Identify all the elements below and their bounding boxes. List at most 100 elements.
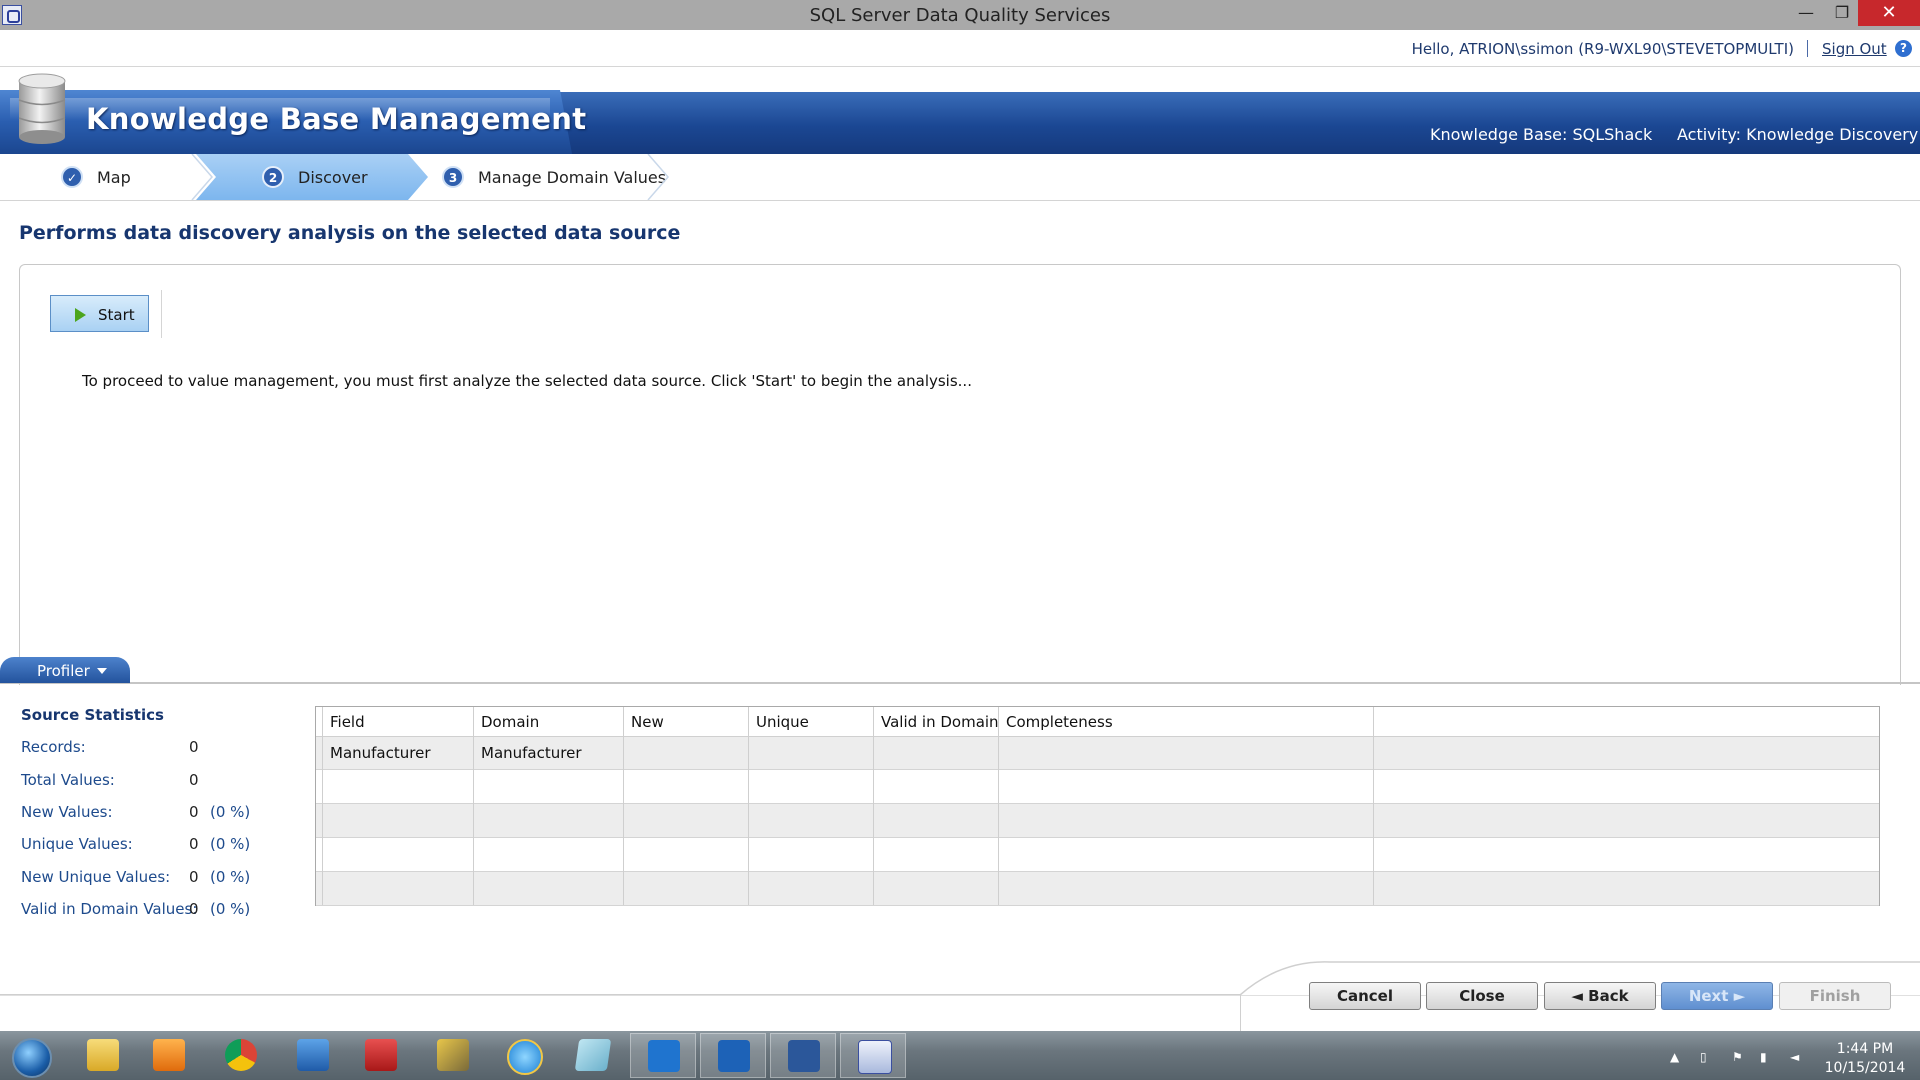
window-title-bar: SQL Server Data Quality Services — ❐ ✕ xyxy=(0,0,1920,30)
activity-label: Activity: Knowledge Discovery xyxy=(1677,125,1919,144)
table-row[interactable] xyxy=(316,770,1879,804)
computer-icon xyxy=(297,1039,329,1071)
stat-label: Valid in Domain Values: xyxy=(21,900,198,918)
tools-icon xyxy=(437,1039,469,1071)
cancel-button[interactable]: Cancel xyxy=(1309,982,1421,1010)
stat-label: Records: xyxy=(21,738,86,756)
stat-value: 0 xyxy=(189,771,199,789)
close-button[interactable]: Close xyxy=(1426,982,1538,1010)
column-header-domain[interactable]: Domain xyxy=(467,707,539,731)
taskbar-chrome[interactable] xyxy=(208,1033,274,1078)
taskbar-data-quality-client[interactable] xyxy=(840,1033,906,1078)
taskbar-notepad[interactable] xyxy=(560,1033,626,1078)
profiler-tab-label: Profiler xyxy=(37,662,90,680)
volume-muted-icon[interactable]: ◄ xyxy=(1790,1050,1804,1064)
column-divider xyxy=(1373,707,1374,905)
stat-value: 0 xyxy=(189,868,199,886)
profiler-grid[interactable]: Field Domain New Unique Valid in Domain … xyxy=(315,706,1880,906)
minimize-button[interactable]: — xyxy=(1786,0,1826,26)
column-divider xyxy=(322,707,323,905)
user-greeting: Hello, ATRION\ssimon (R9-WXL90\STEVETOPM… xyxy=(1411,40,1794,58)
step-number-badge: 2 xyxy=(262,166,284,188)
cell-field[interactable]: Manufacturer xyxy=(316,738,431,762)
stat-value: 0 xyxy=(189,835,199,853)
stat-label: New Unique Values: xyxy=(21,868,171,886)
play-icon xyxy=(75,308,86,322)
database-icon xyxy=(18,73,66,144)
checkmark-icon: ✓ xyxy=(61,166,83,188)
start-button-label: Start xyxy=(98,306,135,324)
next-button[interactable]: Next ► xyxy=(1661,982,1773,1010)
page-title: Knowledge Base Management xyxy=(86,102,587,136)
maximize-button[interactable]: ❐ xyxy=(1822,0,1862,26)
stat-value: 0 xyxy=(189,900,199,918)
step-separator-chevron xyxy=(191,154,213,200)
discovery-panel xyxy=(19,264,1901,685)
taskbar-media-player[interactable] xyxy=(136,1033,202,1078)
table-row[interactable] xyxy=(316,804,1879,838)
internet-explorer-icon xyxy=(507,1039,543,1075)
column-header-field[interactable]: Field xyxy=(316,707,365,731)
stat-percent: (0 %) xyxy=(210,803,251,821)
start-button[interactable]: Start xyxy=(50,295,149,332)
help-icon[interactable]: ? xyxy=(1895,40,1912,57)
lync-icon xyxy=(648,1040,680,1072)
step-number-badge: 3 xyxy=(442,166,464,188)
start-orb[interactable] xyxy=(0,1033,66,1078)
column-divider xyxy=(998,707,999,905)
taskbar-file-explorer[interactable] xyxy=(70,1033,136,1078)
status-divider xyxy=(1240,995,1241,1031)
step-label: Manage Domain Values xyxy=(478,168,667,187)
taskbar-lync[interactable] xyxy=(630,1033,696,1078)
instruction-text: To proceed to value management, you must… xyxy=(82,372,972,390)
device-icon[interactable]: ▯ xyxy=(1700,1050,1714,1064)
table-row[interactable] xyxy=(316,838,1879,872)
step-separator-chevron xyxy=(647,154,669,200)
column-header-completeness[interactable]: Completeness xyxy=(992,707,1113,731)
profiler-tab[interactable]: Profiler xyxy=(0,657,130,683)
section-heading: Performs data discovery analysis on the … xyxy=(19,222,681,244)
action-center-flag-icon[interactable]: ⚑ xyxy=(1732,1050,1746,1064)
sign-out-link[interactable]: Sign Out xyxy=(1822,40,1887,58)
system-clock[interactable]: 1:44 PM 10/15/2014 xyxy=(1810,1040,1920,1078)
toolbar-divider xyxy=(161,290,162,338)
column-header-new[interactable]: New xyxy=(617,707,664,731)
stat-value: 0 xyxy=(189,803,199,821)
network-signal-icon[interactable]: ▮ xyxy=(1760,1050,1774,1064)
column-divider xyxy=(473,707,474,905)
windows-orb-icon xyxy=(12,1038,52,1078)
clock-date: 10/15/2014 xyxy=(1824,1060,1906,1076)
taskbar-outlook[interactable] xyxy=(700,1033,766,1078)
cell-domain[interactable]: Manufacturer xyxy=(467,738,582,762)
knowledge-base-label: Knowledge Base: SQLShack xyxy=(1430,125,1653,144)
taskbar-word[interactable] xyxy=(770,1033,836,1078)
step-label: Map xyxy=(97,168,131,187)
column-divider xyxy=(623,707,624,905)
toolbox-icon xyxy=(365,1039,397,1071)
taskbar-network-tools[interactable] xyxy=(420,1033,486,1078)
data-quality-icon xyxy=(858,1040,892,1074)
taskbar-internet-explorer[interactable] xyxy=(490,1033,556,1078)
stat-percent: (0 %) xyxy=(210,868,251,886)
step-label: Discover xyxy=(298,168,368,187)
column-header-unique[interactable]: Unique xyxy=(742,707,809,731)
user-bar: Hello, ATRION\ssimon (R9-WXL90\STEVETOPM… xyxy=(0,30,1920,67)
close-window-button[interactable]: ✕ xyxy=(1858,0,1920,26)
back-button[interactable]: ◄ Back xyxy=(1544,982,1656,1010)
chrome-icon xyxy=(225,1039,257,1071)
column-header-valid-in-domain[interactable]: Valid in Domain xyxy=(867,707,999,731)
table-row[interactable] xyxy=(316,872,1879,906)
media-player-icon xyxy=(153,1039,185,1071)
column-divider xyxy=(873,707,874,905)
source-statistics-title: Source Statistics xyxy=(21,706,164,724)
finish-button[interactable]: Finish xyxy=(1779,982,1891,1010)
stat-label: Unique Values: xyxy=(21,835,133,853)
taskbar-remote-desktop[interactable] xyxy=(280,1033,346,1078)
taskbar-toolbox[interactable] xyxy=(348,1033,414,1078)
word-icon xyxy=(788,1040,820,1072)
outlook-icon xyxy=(718,1040,750,1072)
stat-label: Total Values: xyxy=(21,771,115,789)
show-hidden-icons-icon[interactable]: ▲ xyxy=(1670,1050,1684,1064)
stat-value: 0 xyxy=(189,738,199,756)
divider xyxy=(1807,40,1808,57)
